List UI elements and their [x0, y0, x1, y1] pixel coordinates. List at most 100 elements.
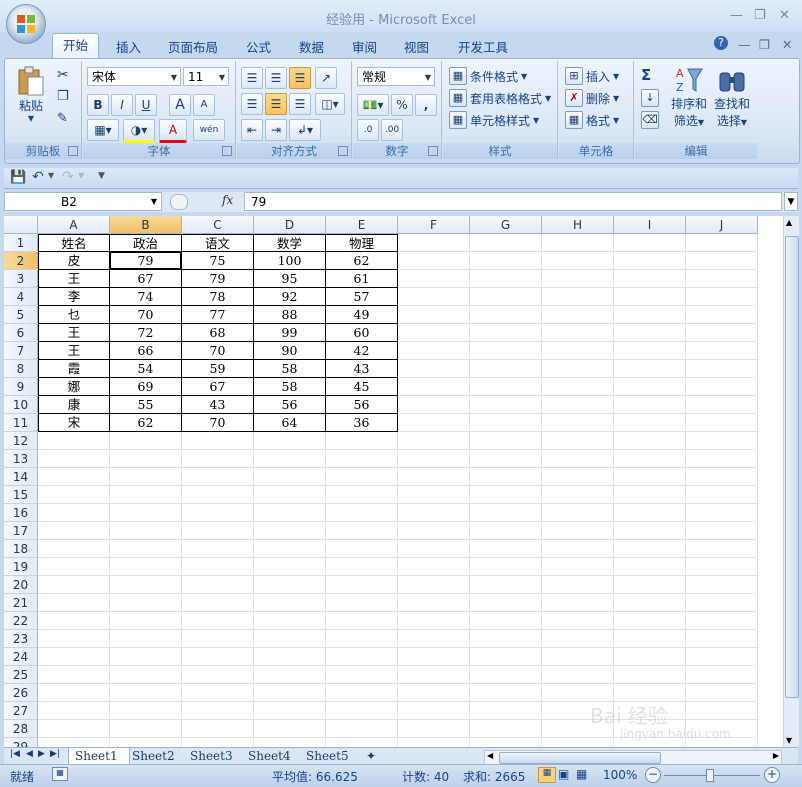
table-cell[interactable] — [182, 450, 254, 468]
cut-icon[interactable]: ✂ — [57, 67, 69, 83]
table-cell[interactable] — [686, 702, 758, 720]
table-cell[interactable] — [614, 288, 686, 306]
table-cell[interactable] — [398, 630, 470, 648]
horizontal-scroll-thumb[interactable] — [499, 752, 661, 764]
copy-icon[interactable]: ❐ — [57, 89, 69, 104]
table-cell[interactable]: 宋 — [38, 414, 110, 432]
row-header[interactable]: 24 — [4, 648, 38, 666]
table-cell[interactable] — [470, 450, 542, 468]
conditional-format-button[interactable]: ▦ 条件格式 ▼ — [449, 67, 527, 85]
table-cell[interactable] — [470, 486, 542, 504]
table-cell[interactable] — [38, 630, 110, 648]
table-cell[interactable]: 王 — [38, 270, 110, 288]
table-cell[interactable] — [686, 522, 758, 540]
table-cell[interactable] — [686, 540, 758, 558]
table-cell[interactable] — [614, 414, 686, 432]
zoom-slider-thumb[interactable] — [706, 769, 714, 782]
tab-view[interactable]: 视图 — [404, 37, 429, 56]
table-cell[interactable]: 70 — [182, 342, 254, 360]
table-cell[interactable] — [614, 270, 686, 288]
table-cell[interactable] — [470, 612, 542, 630]
table-cell[interactable] — [614, 522, 686, 540]
last-sheet-icon[interactable]: ▶| — [50, 749, 60, 759]
table-cell[interactable] — [182, 702, 254, 720]
increase-decimal-icon[interactable]: .0 — [357, 119, 379, 141]
table-cell[interactable] — [38, 558, 110, 576]
table-cell[interactable] — [398, 432, 470, 450]
table-cell[interactable] — [398, 738, 470, 747]
table-cell[interactable] — [542, 306, 614, 324]
table-cell[interactable] — [470, 432, 542, 450]
table-cell[interactable] — [686, 270, 758, 288]
table-cell[interactable] — [398, 702, 470, 720]
table-cell[interactable] — [614, 558, 686, 576]
table-cell[interactable] — [182, 558, 254, 576]
table-cell[interactable] — [398, 612, 470, 630]
table-cell[interactable] — [110, 666, 182, 684]
table-cell[interactable] — [470, 648, 542, 666]
table-cell[interactable] — [182, 504, 254, 522]
table-cell[interactable]: 67 — [182, 378, 254, 396]
table-cell[interactable] — [254, 486, 326, 504]
row-header[interactable]: 9 — [4, 378, 38, 396]
table-cell[interactable] — [326, 558, 398, 576]
table-cell[interactable]: 姓名 — [38, 234, 110, 252]
table-cell[interactable] — [470, 396, 542, 414]
table-cell[interactable]: 60 — [326, 324, 398, 342]
sheet-tab-3[interactable]: Sheet3 — [190, 748, 233, 764]
table-cell[interactable] — [470, 702, 542, 720]
table-cell[interactable] — [254, 666, 326, 684]
table-cell[interactable] — [686, 342, 758, 360]
table-cell[interactable] — [398, 666, 470, 684]
table-cell[interactable] — [470, 684, 542, 702]
table-cell[interactable] — [686, 666, 758, 684]
table-cell[interactable] — [470, 414, 542, 432]
zoom-out-icon[interactable]: − — [645, 767, 661, 783]
vertical-scroll-thumb[interactable] — [785, 236, 799, 698]
increase-indent-icon[interactable]: ⇥ — [265, 119, 287, 141]
table-cell[interactable] — [254, 612, 326, 630]
table-cell[interactable] — [38, 432, 110, 450]
row-header[interactable]: 8 — [4, 360, 38, 378]
font-size-select[interactable]: 11 ▼ — [183, 67, 229, 86]
table-cell[interactable]: 100 — [254, 252, 326, 270]
row-header[interactable]: 18 — [4, 540, 38, 558]
table-cell[interactable]: 62 — [110, 414, 182, 432]
insert-sheet-icon[interactable]: ✦ — [366, 748, 376, 764]
table-cell[interactable] — [254, 468, 326, 486]
table-cell[interactable] — [542, 252, 614, 270]
comma-button[interactable]: , — [415, 94, 437, 116]
table-cell[interactable] — [38, 684, 110, 702]
table-cell[interactable] — [614, 630, 686, 648]
table-cell[interactable]: 36 — [326, 414, 398, 432]
table-cell[interactable] — [38, 612, 110, 630]
scroll-up-icon[interactable]: ▲ — [786, 218, 792, 227]
table-cell[interactable] — [542, 432, 614, 450]
table-cell[interactable] — [470, 738, 542, 747]
table-cell[interactable] — [542, 738, 614, 747]
table-cell[interactable] — [398, 594, 470, 612]
table-cell[interactable] — [110, 648, 182, 666]
row-header[interactable]: 15 — [4, 486, 38, 504]
table-cell[interactable] — [254, 684, 326, 702]
row-header[interactable]: 17 — [4, 522, 38, 540]
grow-font-button[interactable]: A — [169, 94, 191, 116]
table-cell[interactable] — [542, 666, 614, 684]
table-cell[interactable]: 66 — [110, 342, 182, 360]
table-cell[interactable] — [110, 450, 182, 468]
table-cell[interactable] — [398, 450, 470, 468]
table-cell[interactable] — [614, 576, 686, 594]
table-cell[interactable] — [182, 486, 254, 504]
table-cell[interactable] — [614, 432, 686, 450]
table-cell[interactable]: 78 — [182, 288, 254, 306]
tab-developer[interactable]: 开发工具 — [458, 37, 508, 56]
table-cell[interactable] — [470, 378, 542, 396]
table-cell[interactable] — [254, 504, 326, 522]
table-cell[interactable] — [182, 648, 254, 666]
table-cell[interactable]: 43 — [182, 396, 254, 414]
zoom-level[interactable]: 100% — [603, 768, 637, 782]
table-cell[interactable] — [614, 468, 686, 486]
column-header[interactable]: F — [398, 216, 470, 234]
row-header[interactable]: 19 — [4, 558, 38, 576]
table-cell[interactable] — [38, 504, 110, 522]
